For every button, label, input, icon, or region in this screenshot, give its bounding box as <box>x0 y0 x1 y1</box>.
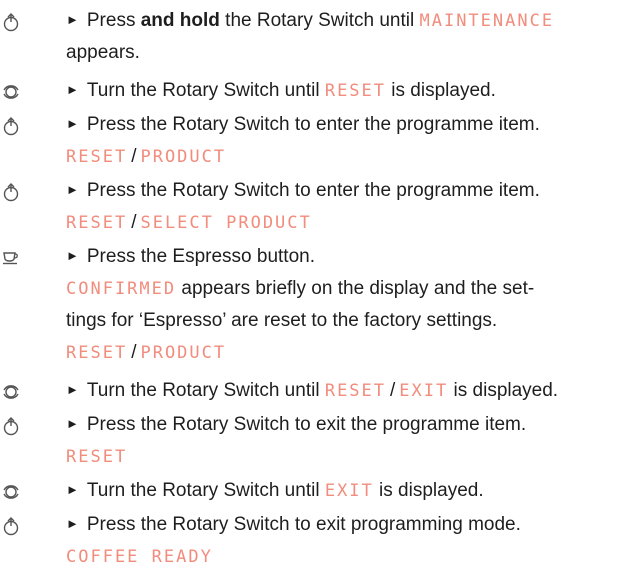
espresso-cup-icon <box>0 246 22 270</box>
step-4-line-1: ► Press the Rotary Switch to enter the pr… <box>66 178 540 205</box>
bullet-arrow: ► <box>66 416 79 431</box>
step-1-line-2: appears. <box>66 42 140 63</box>
step-5-line-3: tings for ‘Espresso’ are reset to the fa… <box>66 310 498 331</box>
display-text: CONFIRMED <box>66 279 177 299</box>
bullet-arrow: ► <box>66 182 79 197</box>
display-text: MAINTENANCE <box>419 11 555 31</box>
step-2-line-1: ► Turn the Rotary Switch until RESET is d… <box>66 78 496 105</box>
step-9-line-2: COFFEE READY <box>66 544 213 570</box>
press-switch-icon <box>0 10 22 34</box>
display-text: RESET <box>66 343 128 363</box>
step-9-line-1: ► Press the Rotary Switch to exit program… <box>66 512 521 539</box>
display-text: RESET <box>66 447 128 467</box>
display-text: EXIT <box>399 381 449 401</box>
press-switch-icon <box>0 114 22 138</box>
display-text: COFFEE READY <box>66 547 213 567</box>
rotate-switch-icon <box>0 480 22 504</box>
display-text: PRODUCT <box>140 147 227 167</box>
rotate-switch-icon <box>0 380 22 404</box>
step-5-line-1: ► Press the Espresso button. <box>66 244 315 271</box>
step-4-line-2: RESET / SELECT PRODUCT <box>66 212 312 233</box>
step-7-line-2: RESET <box>66 444 127 470</box>
step-3-line-1: ► Press the Rotary Switch to enter the pr… <box>66 112 540 139</box>
bullet-arrow: ► <box>66 382 79 397</box>
display-text: PRODUCT <box>140 343 227 363</box>
step-5-line-4: RESET / PRODUCT <box>66 342 227 363</box>
bullet-arrow: ► <box>66 482 79 497</box>
display-text: RESET <box>324 381 387 401</box>
bullet-arrow: ► <box>66 116 79 131</box>
step-7-line-1: ► Press the Rotary Switch to exit the pro… <box>66 412 526 439</box>
bullet-arrow: ► <box>66 82 79 97</box>
step-5-line-2: CONFIRMED appears briefly on the display… <box>66 278 535 299</box>
display-text: RESET <box>66 147 128 167</box>
press-switch-icon <box>0 514 22 538</box>
step-1-line-1: ► Press and hold the Rotary Switch until … <box>66 8 554 35</box>
display-text: SELECT PRODUCT <box>140 213 312 233</box>
press-switch-icon <box>0 414 22 438</box>
bullet-arrow: ► <box>66 516 79 531</box>
display-text: RESET <box>66 213 128 233</box>
rotate-switch-icon <box>0 80 22 104</box>
step-3-line-2: RESET / PRODUCT <box>66 146 227 167</box>
bullet-arrow: ► <box>66 248 79 263</box>
bullet-arrow: ► <box>66 12 79 27</box>
step-6-line-1: ► Turn the Rotary Switch until RESET / EXIT… <box>66 378 558 405</box>
step-8-line-1: ► Turn the Rotary Switch until EXIT is di… <box>66 478 484 505</box>
press-switch-icon <box>0 180 22 204</box>
display-text: EXIT <box>324 481 374 501</box>
display-text: RESET <box>324 81 387 101</box>
